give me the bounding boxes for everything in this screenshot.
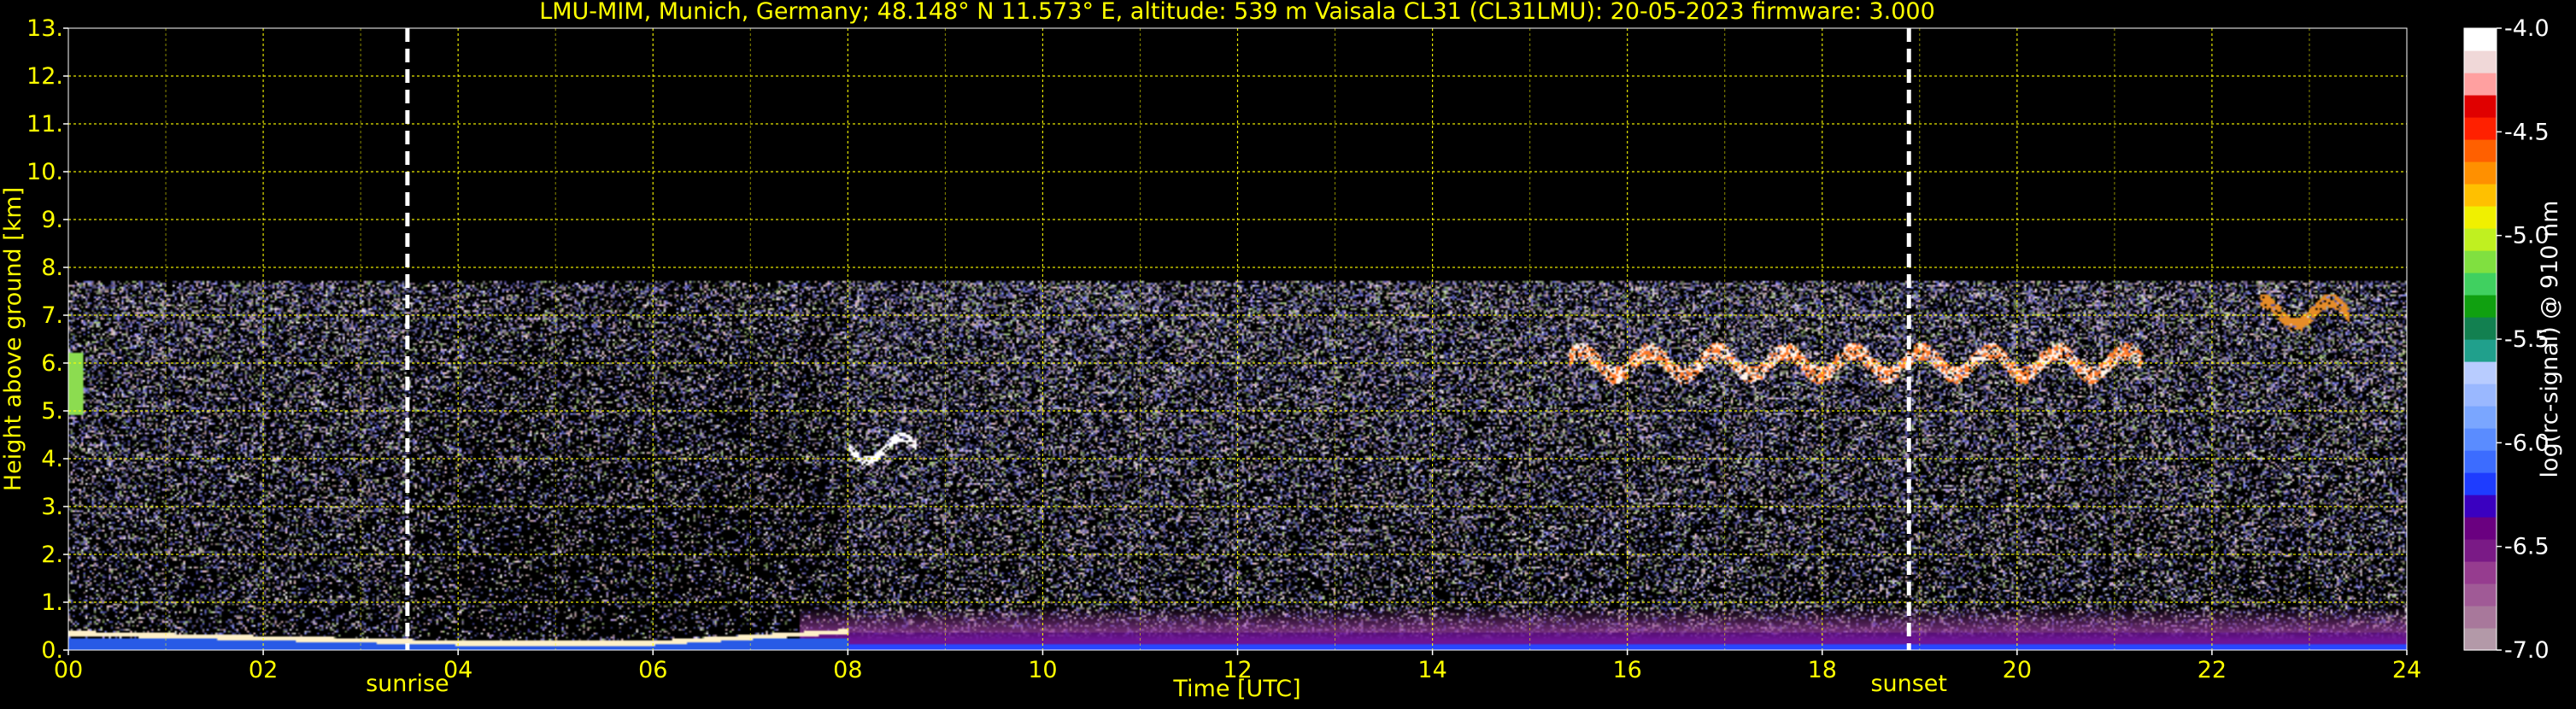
y-tick-label: 6. — [41, 350, 63, 377]
colorbar-tick-label: -6.5 — [2504, 534, 2550, 560]
colorbar-swatch — [2464, 561, 2497, 584]
colorbar-swatch — [2464, 472, 2497, 495]
colorbar-swatch — [2464, 250, 2497, 273]
x-tick-label: 06 — [638, 657, 667, 683]
colorbar-tick-label: -4.0 — [2504, 15, 2550, 42]
colorbar-swatch — [2464, 117, 2497, 140]
chart-title: LMU-MIM, Munich, Germany; 48.148° N 11.5… — [539, 0, 1935, 25]
y-tick-label: 3. — [41, 494, 63, 520]
colorbar-label: log(rc-signal) @ 910 nm — [2537, 201, 2563, 478]
colorbar-swatch — [2464, 317, 2497, 340]
x-tick-label: 24 — [2392, 657, 2421, 683]
colorbar-swatch — [2464, 539, 2497, 562]
y-tick-label: 7. — [41, 302, 63, 329]
colorbar-swatch — [2464, 28, 2497, 51]
x-tick-label: 14 — [1417, 657, 1446, 683]
y-tick-label: 8. — [41, 255, 63, 281]
colorbar-swatch — [2464, 139, 2497, 162]
colorbar-swatch — [2464, 384, 2497, 407]
x-tick-label: 02 — [249, 657, 278, 683]
ceilometer-figure: 00 02 04 06 08 10 12 14 16 18 20 22 24 0. 1. 2. 3. 4. 5. 6… — [0, 0, 2576, 706]
colorbar-swatch — [2464, 339, 2497, 362]
sunset-label: sunset — [1870, 671, 1947, 697]
colorbar — [2463, 27, 2497, 651]
colorbar-swatch — [2464, 295, 2497, 318]
y-tick-label: 0. — [41, 637, 63, 664]
colorbar-swatch — [2464, 161, 2497, 185]
colorbar-swatch — [2464, 50, 2497, 73]
colorbar-swatch — [2464, 406, 2497, 429]
colorbar-swatch — [2464, 73, 2497, 96]
x-tick-label: 10 — [1028, 657, 1057, 683]
colorbar-swatch — [2464, 206, 2497, 229]
backscatter-chart: 00 02 04 06 08 10 12 14 16 18 20 22 24 0.1.2.3.4.5.6… — [0, 0, 2576, 706]
y-tick-label: 2. — [41, 542, 63, 568]
colorbar-swatch — [2464, 272, 2497, 296]
colorbar-swatch — [2464, 361, 2497, 384]
y-tick-label: 1. — [41, 589, 63, 616]
colorbar-tick-label: -7.0 — [2504, 637, 2550, 664]
colorbar-swatch — [2464, 428, 2497, 451]
y-tick-label: 12. — [26, 63, 63, 90]
colorbar-swatch — [2464, 495, 2497, 518]
x-tick-label: 16 — [1612, 657, 1641, 683]
y-tick-label: 5. — [41, 398, 63, 425]
colorbar-swatch — [2464, 95, 2497, 118]
colorbar-tick-label: -4.5 — [2504, 119, 2550, 145]
x-tick-label: 08 — [833, 657, 862, 683]
x-tick-label: 18 — [1808, 657, 1837, 683]
x-tick-label: 20 — [2003, 657, 2032, 683]
colorbar-swatch — [2464, 450, 2497, 473]
y-tick-label: 4. — [41, 446, 63, 472]
x-axis-label: Time [UTC] — [1172, 676, 1300, 702]
colorbar-swatch — [2464, 228, 2497, 251]
y-tick-label: 13. — [26, 15, 63, 42]
colorbar-swatch — [2464, 606, 2497, 629]
x-tick-label: 22 — [2198, 657, 2227, 683]
y-axis-label: Height above ground [km] — [0, 187, 26, 491]
y-tick-label: 10. — [26, 159, 63, 185]
colorbar-swatch — [2464, 184, 2497, 207]
sunrise-label: sunrise — [366, 671, 449, 697]
y-tick-label: 11. — [26, 111, 63, 138]
colorbar-swatch — [2464, 628, 2497, 651]
colorbar-swatch — [2464, 583, 2497, 606]
y-tick-label: 9. — [41, 207, 63, 233]
colorbar-swatch — [2464, 517, 2497, 540]
